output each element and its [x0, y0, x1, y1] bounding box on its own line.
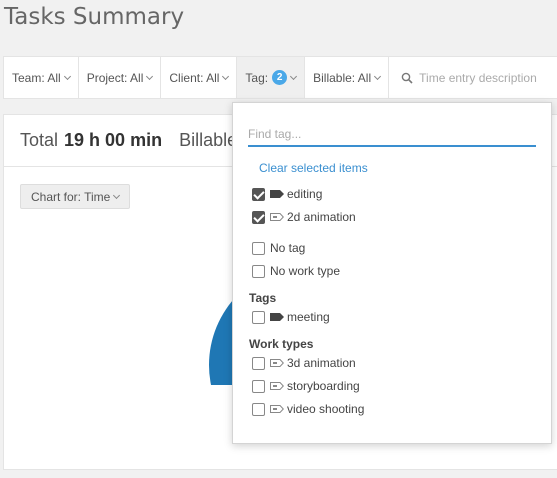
- checkbox[interactable]: [252, 310, 265, 324]
- billable-filter-label: Billable: All: [313, 70, 372, 85]
- client-filter-label: Client: All: [169, 70, 220, 85]
- project-filter-label: Project: All: [86, 70, 144, 85]
- checkbox[interactable]: [252, 210, 265, 224]
- tag-option-meeting[interactable]: meeting: [252, 309, 330, 325]
- chevron-down-icon: [290, 72, 298, 80]
- description-search: [389, 57, 557, 98]
- page-title: Tasks Summary: [4, 4, 185, 30]
- chevron-down-icon: [374, 72, 382, 80]
- description-search-input[interactable]: [419, 70, 557, 85]
- work-type-option-3d-animation[interactable]: 3d animation: [252, 355, 356, 371]
- work-types-section-title: Work types: [249, 337, 314, 351]
- total-label: Total: [20, 130, 59, 150]
- work-type-option-storyboarding[interactable]: storyboarding: [252, 378, 360, 394]
- option-label: No work type: [270, 264, 341, 278]
- search-icon: [401, 72, 413, 84]
- work-type-icon: [270, 405, 284, 413]
- chart-for-label: Chart for: Time: [31, 189, 111, 204]
- checkbox[interactable]: [252, 379, 265, 393]
- work-type-icon: [270, 359, 284, 367]
- option-label: video shooting: [287, 402, 365, 416]
- team-filter-label: Team: All: [12, 70, 61, 85]
- filter-bar: Team: All Project: All Client: All Tag: …: [3, 56, 557, 99]
- option-label: 2d animation: [287, 210, 356, 224]
- tag-filter[interactable]: Tag: 2: [237, 57, 306, 98]
- option-label: No tag: [270, 241, 306, 255]
- clear-selected-link[interactable]: Clear selected items: [259, 161, 368, 175]
- checkbox[interactable]: [252, 241, 265, 255]
- option-label: 3d animation: [287, 356, 356, 370]
- option-label: editing: [287, 187, 323, 201]
- billable-filter[interactable]: Billable: All: [305, 57, 390, 98]
- tag-option-editing[interactable]: editing: [252, 186, 322, 202]
- tag-search-input[interactable]: [248, 123, 536, 147]
- work-type-icon: [270, 382, 284, 390]
- checkbox[interactable]: [252, 356, 265, 370]
- work-type-option-video-shooting[interactable]: video shooting: [252, 401, 364, 417]
- total-value: 19 h 00 min: [64, 130, 163, 150]
- checkbox[interactable]: [252, 264, 265, 278]
- client-filter[interactable]: Client: All: [161, 57, 238, 98]
- checkbox[interactable]: [252, 402, 265, 416]
- tag-filter-label: Tag:: [245, 70, 269, 85]
- chevron-down-icon: [63, 72, 71, 80]
- team-filter[interactable]: Team: All: [4, 57, 79, 98]
- option-label: meeting: [287, 310, 330, 324]
- option-label: storyboarding: [287, 379, 360, 393]
- chevron-down-icon: [222, 72, 230, 80]
- tag-icon: [270, 313, 284, 321]
- chart-for-dropdown[interactable]: Chart for: Time: [20, 184, 131, 209]
- tags-section-title: Tags: [249, 291, 277, 305]
- checkbox[interactable]: [252, 187, 265, 201]
- page: Tasks Summary Team: All Project: All Cli…: [0, 0, 557, 478]
- chevron-down-icon: [146, 72, 154, 80]
- tag-count-badge: 2: [272, 70, 288, 85]
- billable-label: Billable: [179, 130, 238, 150]
- tag-icon: [270, 190, 284, 198]
- no-tag-option[interactable]: No tag: [252, 240, 305, 256]
- chevron-down-icon: [113, 191, 121, 199]
- no-work-type-option[interactable]: No work type: [252, 263, 340, 279]
- project-filter[interactable]: Project: All: [79, 57, 162, 98]
- tag-dropdown: Clear selected items editing 2d animatio…: [232, 102, 552, 444]
- pie-chart-area: [4, 265, 244, 385]
- work-type-icon: [270, 213, 284, 221]
- tag-option-2d-animation[interactable]: 2d animation: [252, 209, 356, 225]
